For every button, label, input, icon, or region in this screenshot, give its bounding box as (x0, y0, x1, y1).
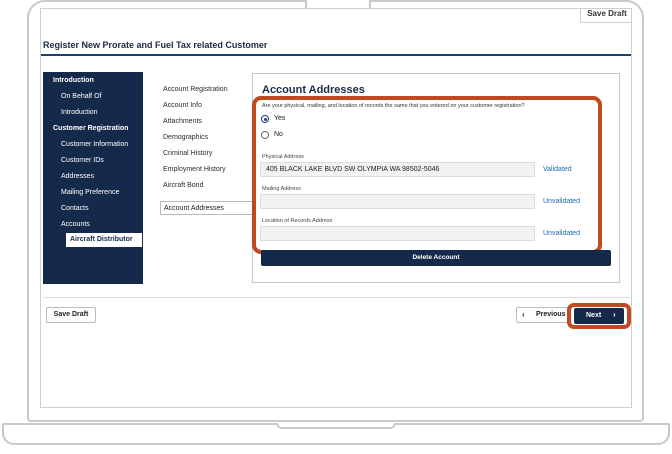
previous-button[interactable]: ‹ Previous (516, 307, 570, 323)
subnav-item-criminal-history[interactable]: Criminal History (163, 150, 212, 157)
nav-item-label: Aircraft Distributor (70, 236, 133, 243)
address-section-highlight (252, 96, 602, 254)
nav-item-aircraft-distributor[interactable]: Aircraft Distributor (66, 233, 142, 247)
nav-item-on-behalf-of[interactable]: On Behalf Of (61, 93, 101, 100)
chevron-left-icon: ‹ (522, 310, 525, 319)
laptop-base-groove (276, 423, 396, 429)
subnav-item-aircraft-bond[interactable]: Aircraft Bond (163, 182, 203, 189)
top-save-draft-button[interactable]: Save Draft (580, 9, 631, 23)
nav-heading-customer-registration[interactable]: Customer Registration (53, 125, 128, 132)
nav-item-introduction[interactable]: Introduction (61, 109, 98, 116)
nav-item-contacts[interactable]: Contacts (61, 205, 89, 212)
subnav-item-label: Account Addresses (164, 205, 224, 212)
panel-title: Account Addresses (262, 84, 365, 96)
nav-item-customer-information[interactable]: Customer Information (61, 141, 128, 148)
chevron-right-icon: › (613, 310, 616, 319)
subnav-item-account-addresses[interactable]: Account Addresses (160, 201, 253, 215)
nav-heading-introduction[interactable]: Introduction (53, 77, 94, 84)
page-title: Register New Prorate and Fuel Tax relate… (43, 40, 268, 50)
delete-account-button[interactable]: Delete Account (261, 250, 611, 266)
subnav-item-account-info[interactable]: Account Info (163, 102, 202, 109)
app-screen: Save Draft Register New Prorate and Fuel… (40, 8, 632, 408)
nav-item-customer-ids[interactable]: Customer IDs (61, 157, 104, 164)
save-draft-button[interactable]: Save Draft (46, 307, 96, 323)
footer-divider (43, 297, 630, 298)
nav-item-mailing-preference[interactable]: Mailing Preference (61, 189, 119, 196)
nav-item-addresses[interactable]: Addresses (61, 173, 94, 180)
subnav-item-attachments[interactable]: Attachments (163, 118, 202, 125)
next-button[interactable]: Next › (574, 308, 624, 324)
subnav-item-account-registration[interactable]: Account Registration (163, 86, 228, 93)
nav-item-accounts[interactable]: Accounts (61, 221, 90, 228)
title-divider (41, 54, 631, 56)
next-label: Next (586, 312, 602, 319)
subnav-item-employment-history[interactable]: Employment History (163, 166, 226, 173)
subnav-item-demographics[interactable]: Demographics (163, 134, 208, 141)
previous-label: Previous (536, 311, 566, 318)
